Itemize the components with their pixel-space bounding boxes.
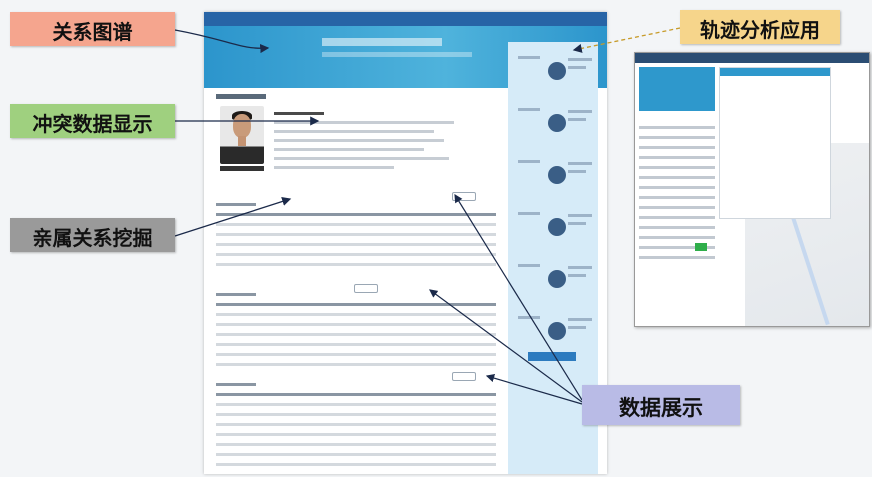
- relation-card[interactable]: [516, 106, 592, 146]
- trajectory-analysis-screenshot: [634, 52, 870, 327]
- avatar-circle-icon: [548, 114, 566, 132]
- callout-trajectory-app: 轨迹分析应用: [680, 10, 840, 44]
- callout-conflict-data: 冲突数据显示: [10, 104, 175, 138]
- trajectory-confirm-button[interactable]: [695, 243, 707, 251]
- page-top-bar: [204, 12, 607, 26]
- callout-relation-graph: 关系图谱: [10, 12, 175, 46]
- relation-card[interactable]: [516, 158, 592, 198]
- table-filter-button[interactable]: [354, 284, 378, 293]
- relation-card[interactable]: [516, 262, 592, 302]
- system-page-screenshot: [204, 12, 607, 474]
- relation-action-button[interactable]: [528, 352, 576, 361]
- section-header: [216, 94, 266, 99]
- trajectory-top-bar: [635, 53, 869, 63]
- avatar-circle-icon: [548, 166, 566, 184]
- callout-data-display: 数据展示: [582, 385, 740, 425]
- relation-card[interactable]: [516, 54, 592, 94]
- banner-title: [322, 38, 442, 46]
- table-tab-button[interactable]: [452, 192, 476, 201]
- relation-card[interactable]: [516, 210, 592, 250]
- avatar-circle-icon: [548, 270, 566, 288]
- avatar-circle-icon: [548, 218, 566, 236]
- person-detail-panel: [204, 88, 504, 474]
- trajectory-profile-card: [639, 67, 715, 111]
- person-photo: [220, 106, 264, 164]
- data-table-3: [216, 376, 496, 473]
- callout-kinship-mining: 亲属关系挖掘: [10, 218, 175, 252]
- avatar-circle-icon: [548, 62, 566, 80]
- trajectory-info-panel: [719, 67, 831, 219]
- avatar-circle-icon: [548, 322, 566, 340]
- banner-subtitle: [322, 52, 472, 57]
- kinship-table: [216, 196, 496, 273]
- person-id-bar: [220, 166, 264, 171]
- relation-card[interactable]: [516, 314, 592, 354]
- person-info-fields: [274, 106, 494, 175]
- table-more-button[interactable]: [452, 372, 476, 381]
- data-table-2: [216, 286, 496, 373]
